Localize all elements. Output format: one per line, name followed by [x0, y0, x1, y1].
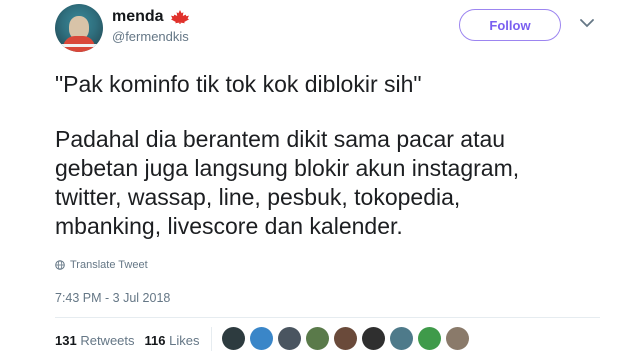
liker-avatar[interactable]: [418, 327, 441, 350]
globe-icon: [55, 260, 65, 270]
likes-label: Likes: [169, 333, 200, 348]
user-handle[interactable]: @fermendkis: [112, 29, 189, 44]
chevron-down-icon[interactable]: [580, 18, 594, 28]
liker-avatar[interactable]: [446, 327, 469, 350]
follow-button[interactable]: Follow: [459, 9, 561, 41]
tweet-body-line: Padahal dia berantem dikit sama pacar at…: [55, 126, 506, 152]
liker-avatar[interactable]: [362, 327, 385, 350]
translate-label: Translate Tweet: [70, 259, 148, 271]
likes-count: 116: [144, 333, 166, 348]
user-name-row: menda: [112, 8, 190, 26]
avatar-stripe: [61, 44, 97, 47]
canada-maple-leaf-icon: [170, 10, 189, 24]
tweet-stats: 131 Retweets 116 Likes: [55, 333, 200, 348]
tweet-quote: "Pak kominfo tik tok kok diblokir sih": [55, 71, 422, 97]
liker-avatar[interactable]: [222, 327, 245, 350]
likes-stat[interactable]: 116 Likes: [145, 333, 200, 348]
retweets-label: Retweets: [80, 333, 135, 348]
retweets-count: 131: [55, 333, 77, 348]
tweet-body-line: mbanking, livescore dan kalender.: [55, 213, 403, 239]
liker-avatar[interactable]: [390, 327, 413, 350]
tweet-body-line: gebetan juga langsung blokir akun instag…: [55, 155, 520, 181]
liker-avatar[interactable]: [306, 327, 329, 350]
likers-divider: [211, 327, 212, 351]
liker-avatar[interactable]: [278, 327, 301, 350]
retweets-stat[interactable]: 131 Retweets: [55, 333, 135, 348]
translate-tweet-link[interactable]: Translate Tweet: [55, 259, 148, 271]
tweet-body: Padahal dia berantem dikit sama pacar at…: [55, 125, 519, 241]
user-name[interactable]: menda: [112, 8, 164, 26]
user-avatar[interactable]: [55, 4, 103, 52]
liker-avatars: [222, 327, 469, 350]
liker-avatar[interactable]: [334, 327, 357, 350]
tweet-timestamp[interactable]: 7:43 PM - 3 Jul 2018: [55, 291, 170, 305]
liker-avatar[interactable]: [250, 327, 273, 350]
divider: [55, 317, 600, 318]
tweet-body-line: twitter, wassap, line, pesbuk, tokopedia…: [55, 184, 461, 210]
